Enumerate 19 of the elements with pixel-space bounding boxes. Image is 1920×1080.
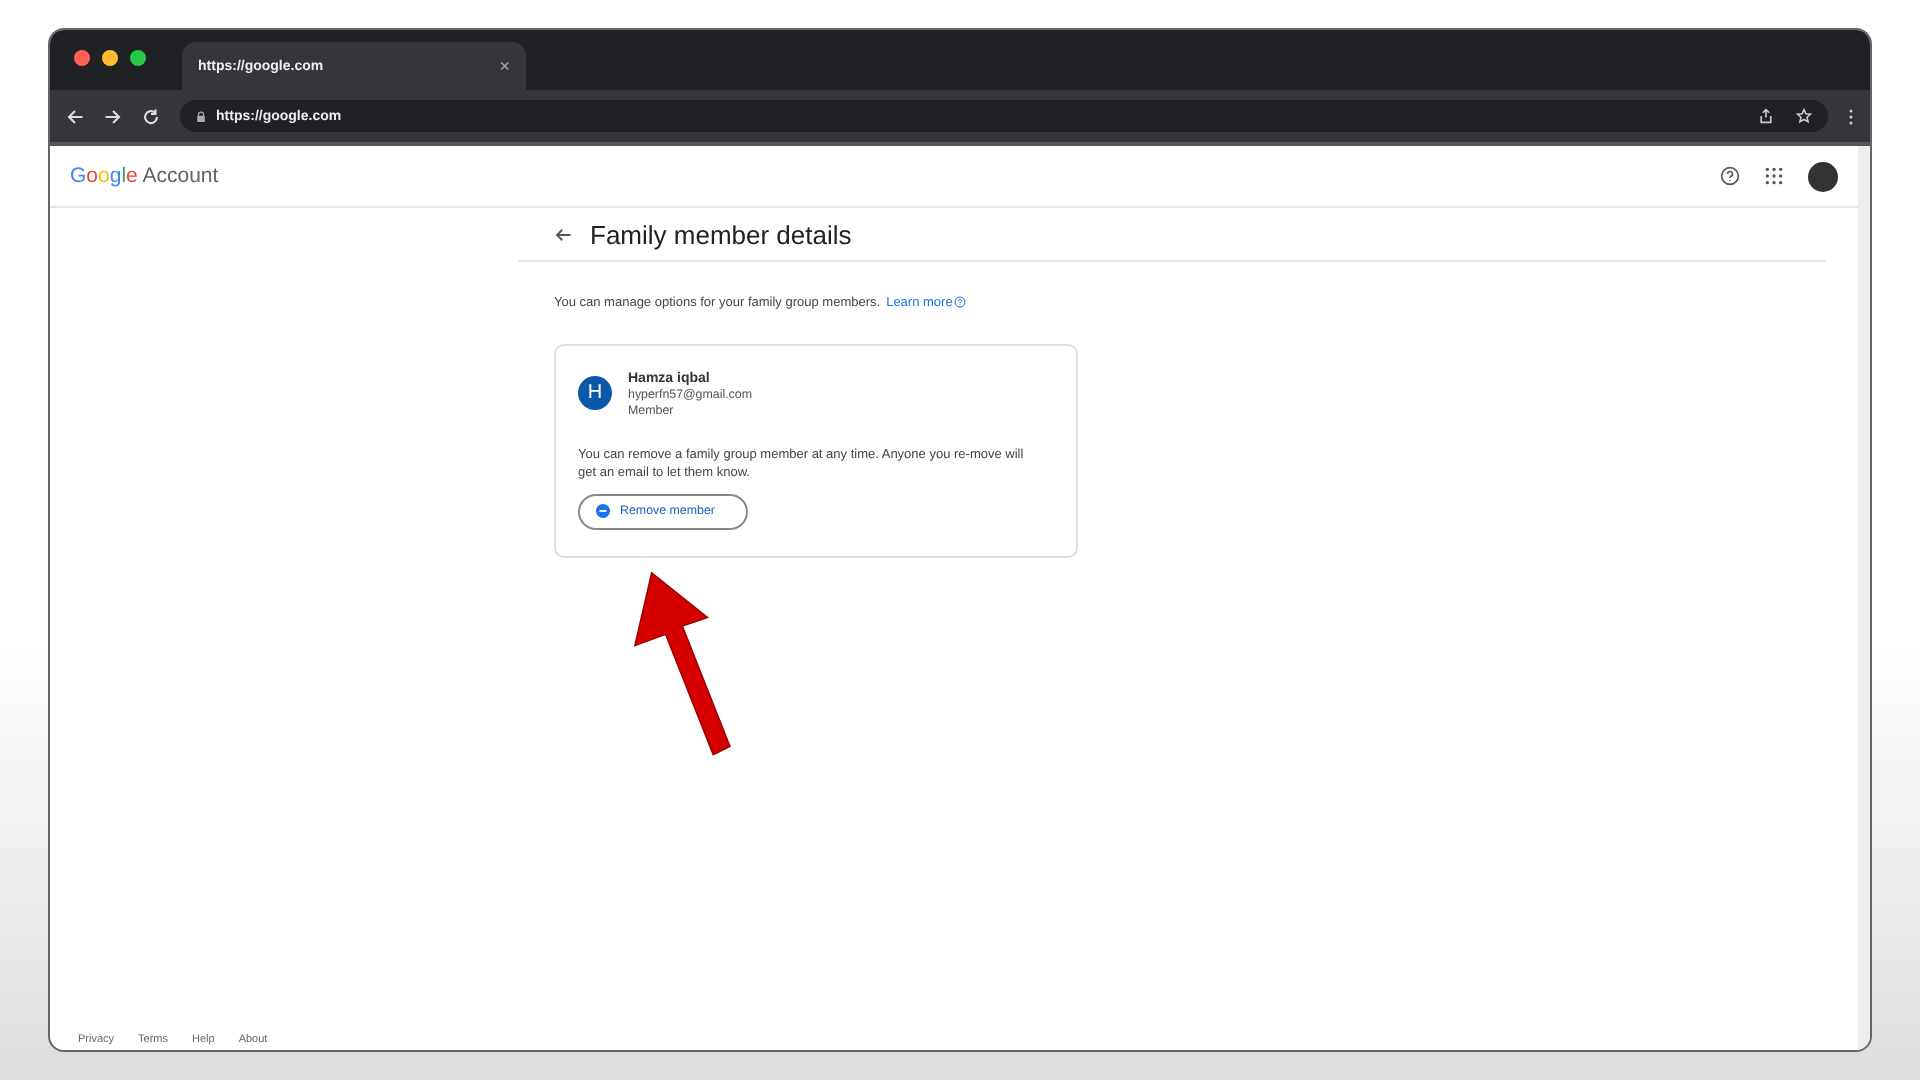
back-arrow-icon[interactable] xyxy=(554,225,572,243)
tab-close-button[interactable]: × xyxy=(499,56,510,76)
forward-icon[interactable] xyxy=(104,107,122,125)
lock-icon xyxy=(196,109,206,123)
reload-icon[interactable] xyxy=(142,107,160,125)
maximize-window-icon[interactable] xyxy=(130,50,146,66)
minus-circle-icon xyxy=(596,504,610,519)
member-avatar: H xyxy=(578,376,612,410)
close-window-icon[interactable] xyxy=(74,50,90,66)
minimize-window-icon[interactable] xyxy=(102,50,118,66)
star-icon[interactable] xyxy=(1796,108,1812,124)
share-icon[interactable] xyxy=(1758,108,1774,124)
more-menu-icon[interactable] xyxy=(1848,107,1854,125)
help-icon[interactable] xyxy=(1720,166,1740,186)
profile-avatar[interactable] xyxy=(1808,161,1838,191)
back-icon[interactable] xyxy=(66,107,84,125)
google-account-logo[interactable]: Google Account xyxy=(70,164,219,188)
apps-grid-icon[interactable] xyxy=(1764,166,1784,186)
page-title: Family member details xyxy=(590,219,852,249)
